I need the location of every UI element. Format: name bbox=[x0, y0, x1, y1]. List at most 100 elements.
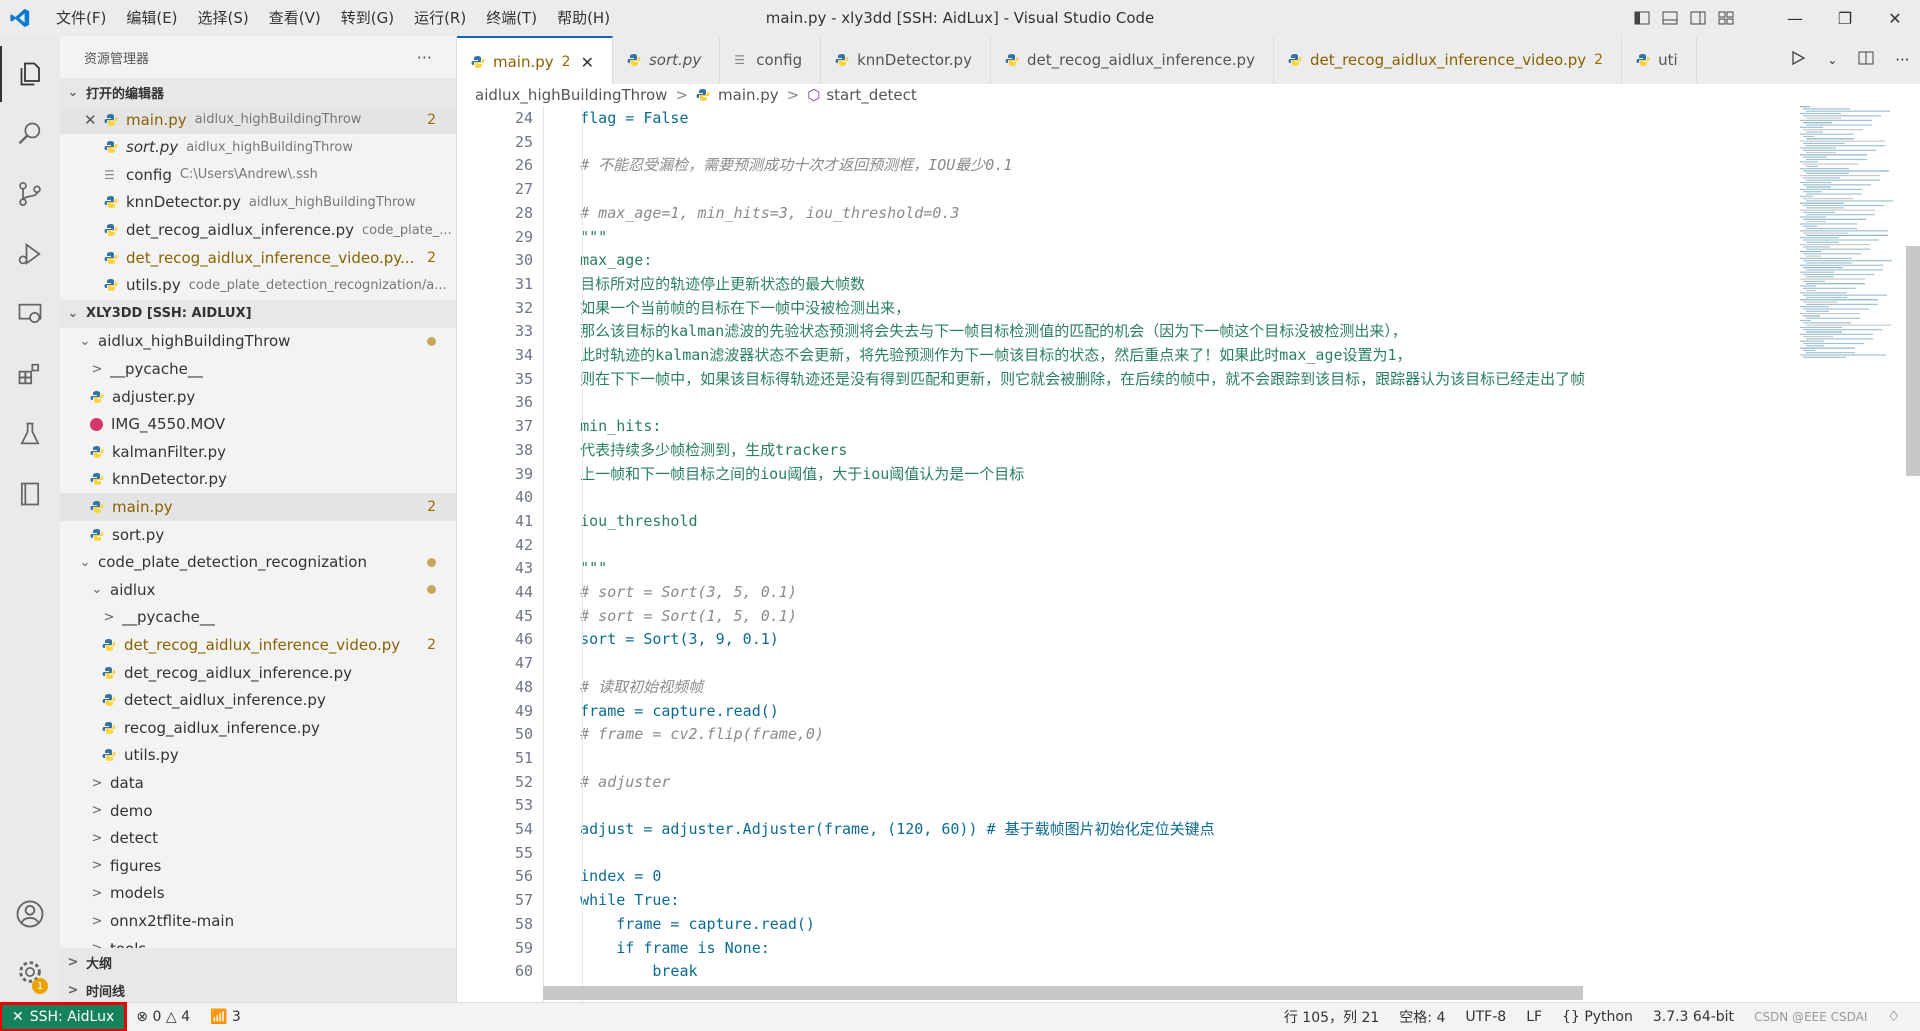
tree-file[interactable]: kalmanFilter.py bbox=[60, 438, 456, 466]
run-python-file-icon[interactable] bbox=[1790, 50, 1806, 70]
minimap[interactable] bbox=[1796, 106, 1906, 1002]
editor-tab[interactable]: det_recog_aidlux_inference_video.py 2 bbox=[1274, 36, 1623, 84]
minimize-button[interactable]: — bbox=[1770, 0, 1820, 36]
code-line[interactable]: # 不能忍受漏检，需要预测成功十次才返回预测框，IOU最少0.1 bbox=[544, 153, 1012, 177]
end-of-line[interactable]: LF bbox=[1516, 1009, 1552, 1025]
code-line[interactable]: """ bbox=[544, 225, 607, 249]
customize-layout-icon[interactable] bbox=[1712, 0, 1740, 36]
encoding[interactable]: UTF-8 bbox=[1455, 1009, 1516, 1025]
editor-tab[interactable]: main.py 2 ✕ bbox=[457, 36, 613, 84]
code-line[interactable]: if frame is None: bbox=[544, 936, 770, 960]
code-editor[interactable]: 24 25 26 27 28 29 30 31 32 33 34 35 36 37 38 39 40 41 42 43… bbox=[457, 106, 1920, 1002]
indentation[interactable]: 空格: 4 bbox=[1389, 1007, 1455, 1027]
menu-run[interactable]: 运行(R) bbox=[404, 0, 476, 36]
tree-file[interactable]: sort.py bbox=[60, 521, 456, 549]
tree-folder[interactable]: > models bbox=[60, 879, 456, 907]
breadcrumb-file[interactable]: main.py bbox=[718, 86, 779, 104]
tree-file[interactable]: det_recog_aidlux_inference_video.py 2 bbox=[60, 631, 456, 659]
explorer-more-button[interactable]: ··· bbox=[417, 48, 432, 67]
menu-selection[interactable]: 选择(S) bbox=[188, 0, 259, 36]
editor-tab[interactable]: ☰ config bbox=[720, 36, 822, 84]
breadcrumb-symbol[interactable]: start_detect bbox=[826, 86, 916, 104]
code-line[interactable]: adjust = adjuster.Adjuster(frame, (120, … bbox=[544, 817, 1214, 841]
code-line[interactable]: frame = capture.read() bbox=[544, 699, 779, 723]
editor-tab[interactable]: uti bbox=[1622, 36, 1697, 84]
menu-help[interactable]: 帮助(H) bbox=[547, 0, 620, 36]
menu-file[interactable]: 文件(F) bbox=[46, 0, 116, 36]
outline-header[interactable]: > 大纲 bbox=[60, 948, 456, 976]
tree-file[interactable]: IMG_4550.MOV bbox=[60, 410, 456, 438]
code-line[interactable]: min_hits: bbox=[544, 414, 661, 438]
code-line[interactable]: iou_threshold bbox=[544, 509, 697, 533]
code-line[interactable]: max_age: bbox=[544, 248, 652, 272]
toggle-primary-sidebar-icon[interactable] bbox=[1628, 0, 1656, 36]
source-control-icon[interactable] bbox=[0, 166, 60, 222]
code-line[interactable]: 那么该目标的kalman滤波的先验状态预测将会失去与下一帧目标检测值的匹配的机会… bbox=[544, 319, 1407, 343]
notifications-bell-icon[interactable]: ♢ bbox=[1877, 1009, 1910, 1025]
code-line[interactable]: 代表持续多少帧检测到，生成trackers bbox=[544, 438, 847, 462]
close-button[interactable]: ✕ bbox=[1870, 0, 1920, 36]
tree-file[interactable]: det_recog_aidlux_inference.py bbox=[60, 659, 456, 687]
code-line[interactable]: index = 0 bbox=[544, 864, 661, 888]
code-area[interactable]: flag = False # 不能忍受漏检，需要预测成功十次才返回预测框，IOU… bbox=[543, 106, 1834, 1002]
code-line[interactable]: frame = capture.read() bbox=[544, 912, 815, 936]
open-editor-item[interactable]: det_recog_aidlux_inference_video.py... 2 bbox=[60, 244, 456, 272]
open-editor-item[interactable]: ✕ main.py aidlux_highBuildingThrow 2 bbox=[60, 105, 456, 134]
restore-button[interactable]: ❐ bbox=[1820, 0, 1870, 36]
code-line[interactable]: 目标所对应的轨迹停止更新状态的最大帧数 bbox=[544, 272, 865, 296]
notebook-icon[interactable] bbox=[0, 466, 60, 522]
account-icon[interactable] bbox=[0, 886, 60, 942]
explorer-icon[interactable] bbox=[0, 46, 62, 102]
language-mode[interactable]: {} Python bbox=[1552, 1009, 1643, 1025]
menu-edit[interactable]: 编辑(E) bbox=[116, 0, 187, 36]
run-debug-icon[interactable] bbox=[0, 226, 60, 282]
open-editor-item[interactable]: knnDetector.py aidlux_highBuildingThrow bbox=[60, 188, 456, 216]
code-line[interactable]: # 读取初始视频帧 bbox=[544, 675, 703, 699]
tree-folder[interactable]: > __pycache__ bbox=[60, 355, 456, 383]
tree-file[interactable]: adjuster.py bbox=[60, 383, 456, 411]
code-line[interactable]: 如果一个当前帧的目标在下一帧中没被检测出来， bbox=[544, 296, 910, 320]
workspace-header[interactable]: ⌄ XLY3DD [SSH: AIDLUX] bbox=[60, 299, 456, 328]
menu-terminal[interactable]: 终端(T) bbox=[476, 0, 547, 36]
code-line[interactable]: # adjuster bbox=[544, 770, 670, 794]
code-line[interactable]: """ bbox=[544, 556, 607, 580]
code-line[interactable]: 上一帧和下一帧目标之间的iou阈值，大于iou阈值认为是一个目标 bbox=[544, 462, 1024, 486]
tree-file[interactable]: utils.py bbox=[60, 741, 456, 769]
open-editor-item[interactable]: ☰ config C:\Users\Andrew\.ssh bbox=[60, 161, 456, 189]
tree-folder[interactable]: > detect bbox=[60, 824, 456, 852]
search-icon[interactable] bbox=[0, 106, 60, 162]
tree-folder[interactable]: ⌄ aidlux bbox=[60, 576, 456, 604]
cursor-position[interactable]: 行 105，列 21 bbox=[1274, 1007, 1389, 1027]
remote-indicator[interactable]: ✕ SSH: AidLux bbox=[0, 1002, 128, 1031]
open-editor-item[interactable]: det_recog_aidlux_inference.py code_plate_… bbox=[60, 216, 456, 244]
tree-folder[interactable]: ⌄ code_plate_detection_recognization bbox=[60, 548, 456, 576]
editor-tab[interactable]: knnDetector.py bbox=[821, 36, 991, 84]
forwarded-ports-indicator[interactable]: 📶 3 bbox=[200, 1009, 251, 1025]
code-line[interactable]: flag = False bbox=[544, 106, 688, 130]
close-icon[interactable]: ✕ bbox=[84, 111, 104, 129]
problems-indicator[interactable]: ⊗ 0 △ 4 bbox=[126, 1009, 200, 1025]
run-dropdown-chevron-icon[interactable]: ⌄ bbox=[1827, 53, 1837, 67]
open-editor-item[interactable]: sort.py aidlux_highBuildingThrow bbox=[60, 133, 456, 161]
open-editor-item[interactable]: utils.py code_plate_detection_recognizati… bbox=[60, 271, 456, 299]
close-tab-icon[interactable]: ✕ bbox=[581, 53, 594, 72]
code-line[interactable]: 此时轨迹的kalman滤波器状态不会更新，将先验预测作为下一帧该目标的状态，然后… bbox=[544, 343, 1411, 367]
tree-folder[interactable]: > __pycache__ bbox=[60, 603, 456, 631]
editor-tab[interactable]: det_recog_aidlux_inference.py bbox=[991, 36, 1274, 84]
code-line[interactable]: while True: bbox=[544, 888, 679, 912]
code-line[interactable]: break bbox=[544, 959, 697, 983]
tree-folder[interactable]: > onnx2tflite-main bbox=[60, 907, 456, 935]
tree-file[interactable]: detect_aidlux_inference.py bbox=[60, 686, 456, 714]
vertical-scrollbar[interactable] bbox=[1906, 246, 1920, 476]
code-line[interactable]: # frame = cv2.flip(frame,0) bbox=[544, 722, 824, 746]
horizontal-scrollbar[interactable] bbox=[543, 986, 1583, 1000]
tree-folder[interactable]: > data bbox=[60, 769, 456, 797]
extensions-icon[interactable] bbox=[0, 346, 60, 402]
toggle-panel-icon[interactable] bbox=[1656, 0, 1684, 36]
open-editors-header[interactable]: ⌄ 打开的编辑器 bbox=[60, 78, 456, 106]
more-actions-icon[interactable]: ··· bbox=[1895, 51, 1909, 69]
tree-folder[interactable]: ⌄ aidlux_highBuildingThrow bbox=[60, 327, 456, 355]
code-line[interactable]: 则在下下一帧中，如果该目标得轨迹还是没有得到匹配和更新，则它就会被删除，在后续的… bbox=[544, 367, 1585, 391]
timeline-header[interactable]: > 时间线 bbox=[60, 976, 456, 1002]
tree-file[interactable]: main.py 2 bbox=[60, 493, 456, 521]
